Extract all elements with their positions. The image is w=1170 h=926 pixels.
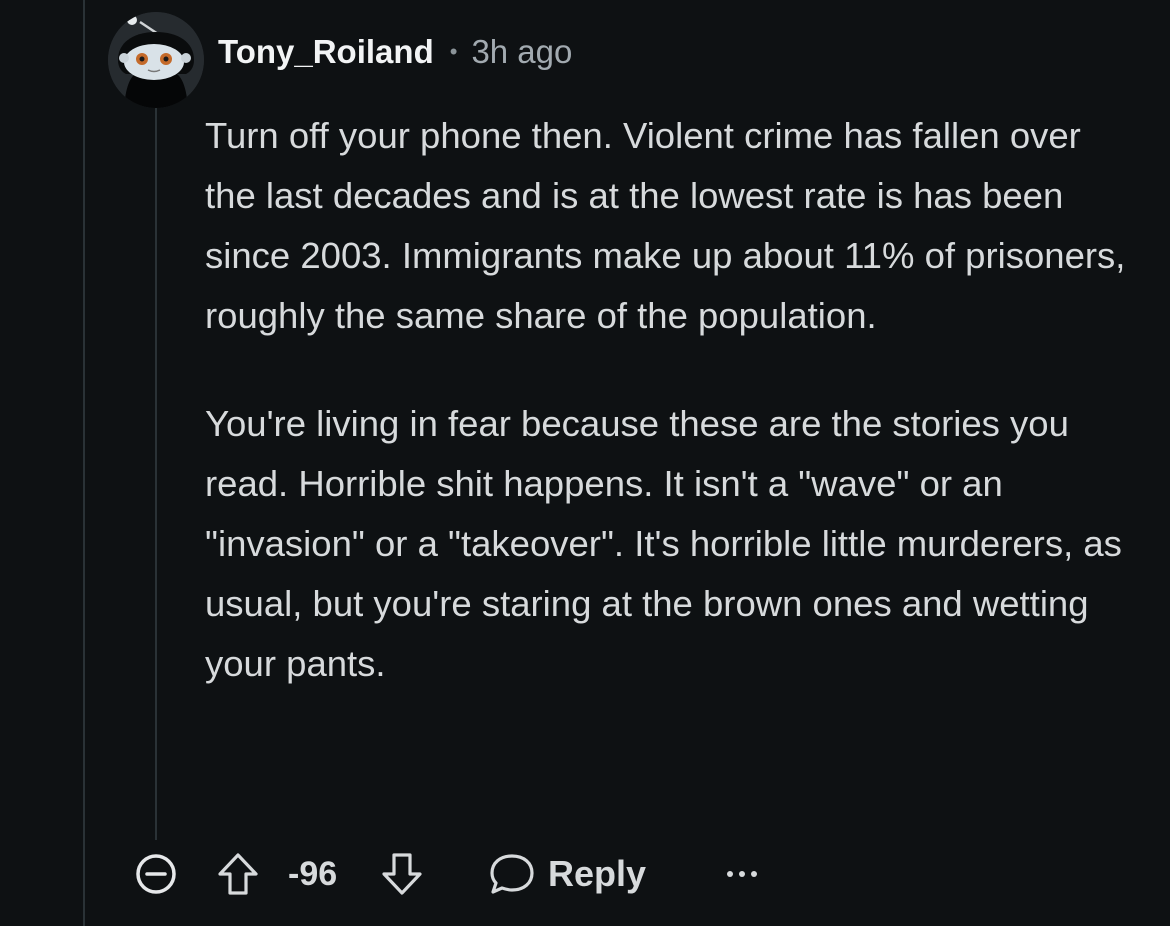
chat-bubble-icon xyxy=(490,854,534,894)
vote-score: -96 xyxy=(288,845,337,903)
comment-paragraph: Turn off your phone then. Violent crime … xyxy=(205,115,1126,336)
more-options-icon xyxy=(727,871,757,877)
upvote-button[interactable] xyxy=(216,845,260,903)
comment-body: Turn off your phone then. Violent crime … xyxy=(205,106,1135,694)
upvote-arrow-icon xyxy=(218,853,258,895)
snoo-avatar-icon xyxy=(108,12,204,108)
timestamp: 3h ago xyxy=(471,33,573,70)
comment-header: Tony_Roiland • 3h ago xyxy=(218,30,572,74)
collapse-button[interactable] xyxy=(134,845,178,903)
username-link[interactable]: Tony_Roiland xyxy=(218,33,434,71)
score-value: -96 xyxy=(288,854,338,893)
comment-action-bar: -96 Reply xyxy=(130,845,790,903)
comment-paragraph: You're living in fear because these are … xyxy=(205,403,1122,684)
parent-thread-line[interactable] xyxy=(83,0,85,926)
more-options-button[interactable] xyxy=(720,845,764,903)
downvote-arrow-icon xyxy=(382,853,422,895)
reply-label: Reply xyxy=(548,853,647,894)
collapse-minus-circle-icon xyxy=(136,854,176,894)
separator-dot: • xyxy=(449,39,458,64)
avatar[interactable] xyxy=(108,12,204,108)
reply-button[interactable]: Reply xyxy=(488,845,646,903)
comment-thread-line[interactable] xyxy=(155,100,157,840)
downvote-button[interactable] xyxy=(380,845,424,903)
